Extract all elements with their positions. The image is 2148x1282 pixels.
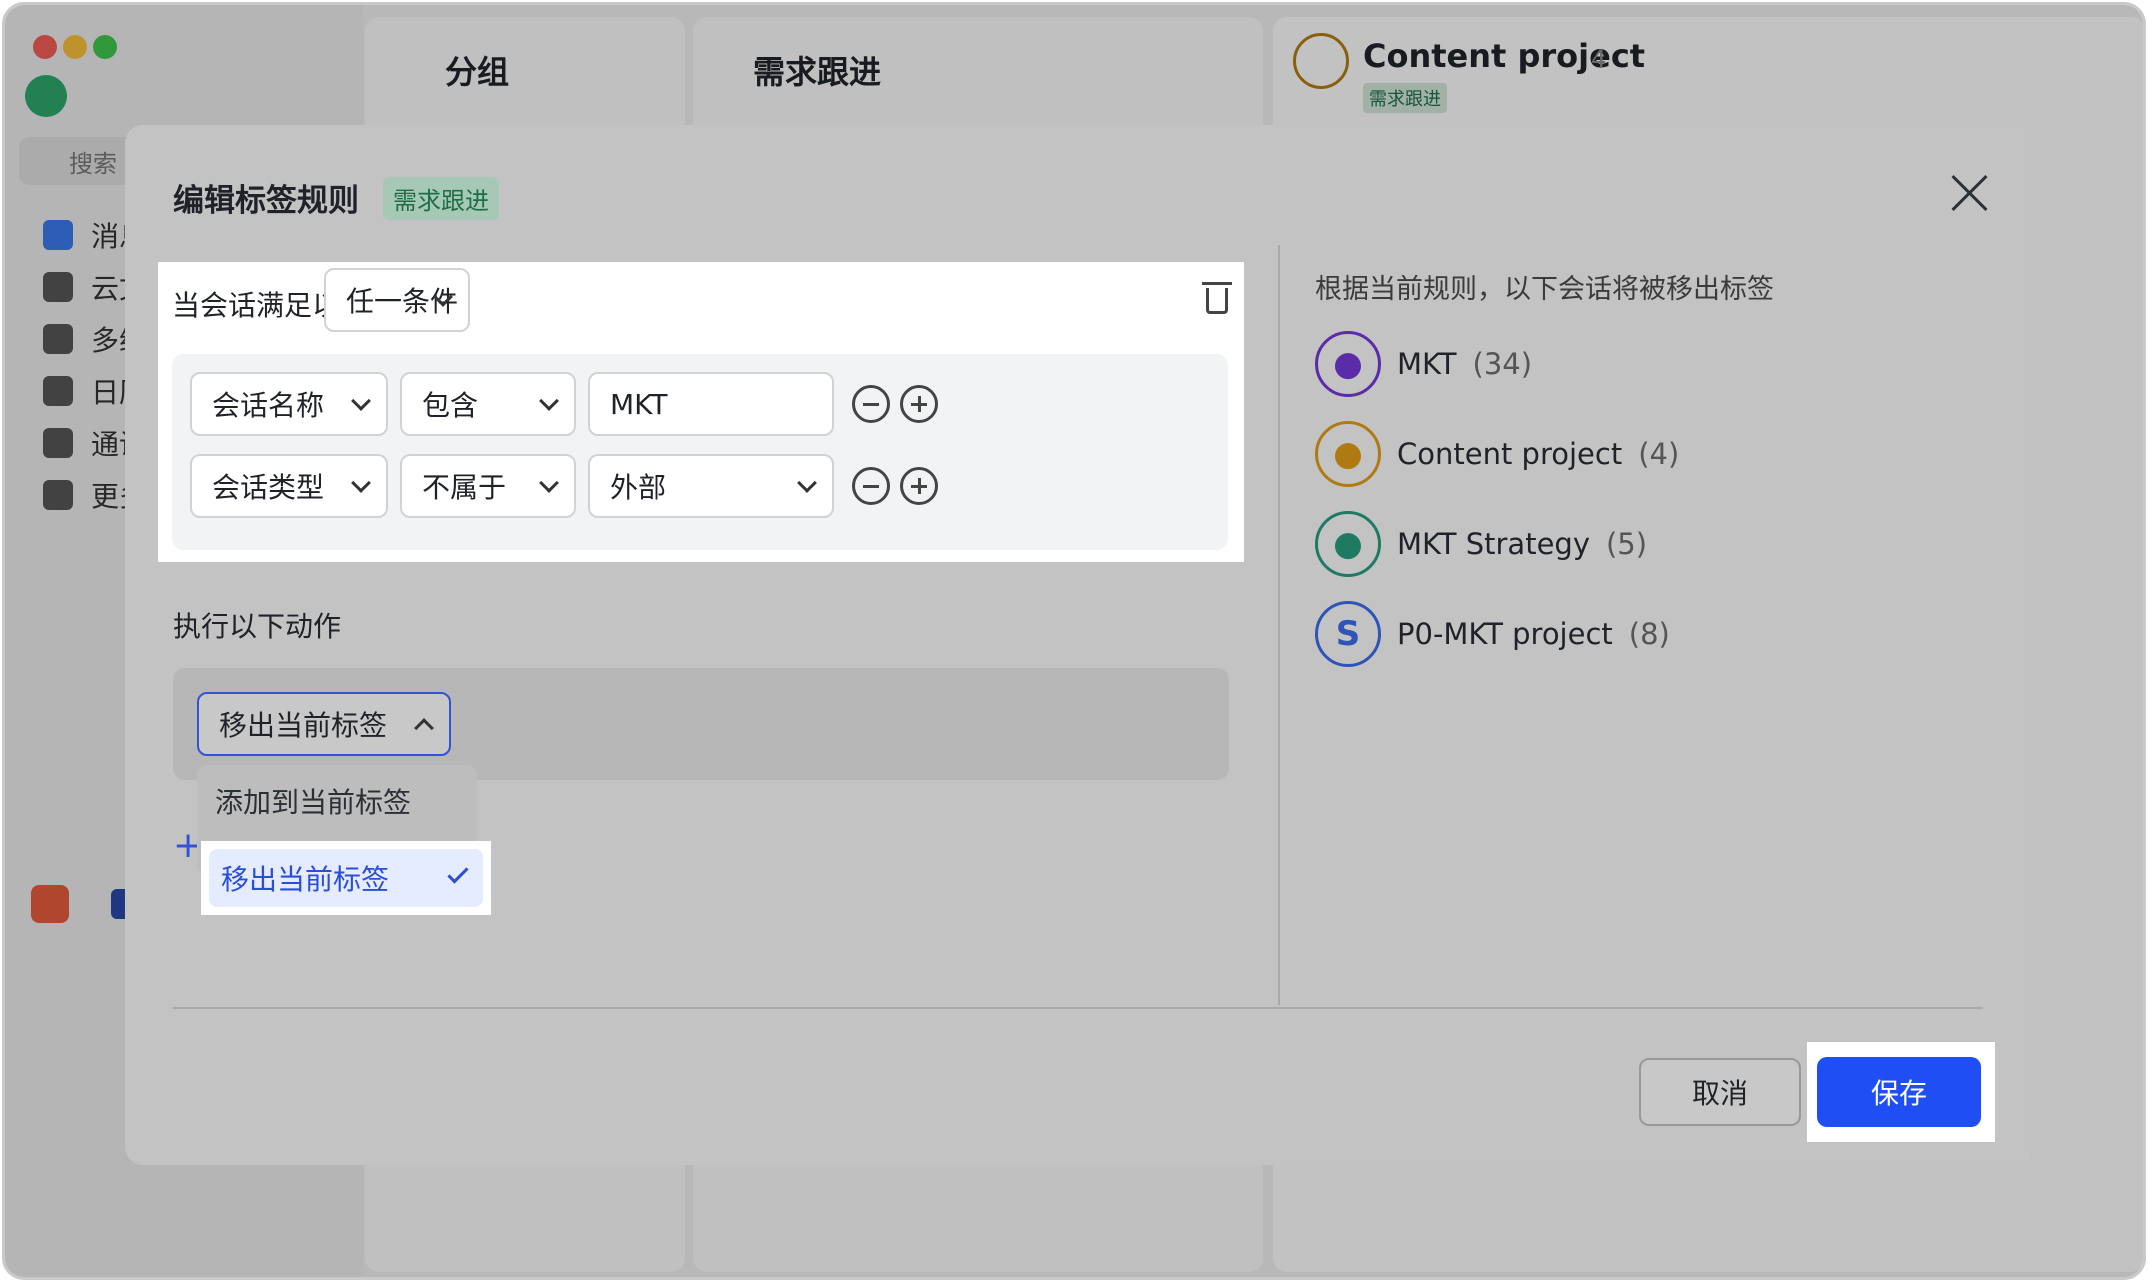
- rule-field-select[interactable]: 会话类型: [190, 454, 388, 518]
- add-rule-icon[interactable]: [900, 467, 938, 505]
- rules-list: 会话名称 包含 MKT 会话类型 不属于 外部: [172, 354, 1228, 550]
- chevron-down-icon: [351, 391, 371, 411]
- group-icon: ●: [1315, 331, 1381, 397]
- dropdown-option-selected-row: 移出当前标签: [209, 849, 483, 907]
- rule-field-select[interactable]: 会话名称: [190, 372, 388, 436]
- conversation-name: MKT Strategy: [1397, 527, 1590, 561]
- conversation-count: (4): [1638, 437, 1680, 471]
- remove-rule-icon[interactable]: [852, 467, 890, 505]
- group-icon: ●: [1315, 511, 1381, 577]
- horizontal-divider: [173, 1007, 1983, 1009]
- list-item: ● Content project (4): [1315, 421, 1679, 487]
- list-item: ● MKT (34): [1315, 331, 1532, 397]
- group-icon: ●: [1315, 421, 1381, 487]
- add-rule-icon[interactable]: [900, 385, 938, 423]
- trash-icon[interactable]: [1202, 282, 1232, 314]
- conversation-count: (34): [1472, 347, 1533, 381]
- list-item: ● MKT Strategy (5): [1315, 511, 1647, 577]
- rule-value-text: MKT: [610, 387, 668, 421]
- condition-section: 当会话满足以下 任一条件 会话名称 包含 MKT 会话类型 不属于 外部: [158, 262, 1244, 562]
- conversation-name: P0-MKT project: [1397, 617, 1613, 651]
- rule-operator-select[interactable]: 包含: [400, 372, 576, 436]
- rule-field-value: 会话名称: [212, 389, 325, 422]
- dialog-title: 编辑标签规则: [173, 183, 359, 219]
- action-section: 移出当前标签: [173, 668, 1229, 780]
- list-item: S P0-MKT project (8): [1315, 601, 1670, 667]
- chevron-down-icon: [351, 473, 371, 493]
- conversation-name: MKT: [1397, 347, 1457, 381]
- vertical-divider: [1278, 245, 1280, 1005]
- chevron-down-icon: [539, 391, 559, 411]
- preview-title: 根据当前规则，以下会话将被移出标签: [1315, 274, 1774, 305]
- close-icon[interactable]: [1949, 173, 1989, 213]
- dropdown-option-selected[interactable]: 移出当前标签: [201, 841, 491, 915]
- condition-match-select[interactable]: 任一条件: [324, 268, 470, 332]
- action-select-value: 移出当前标签: [219, 709, 388, 742]
- avatar-letter: S: [1315, 601, 1381, 667]
- app-window: 搜索 消息 云文档 多维表格 日历 通讯录 更多 分组 需求跟进 Content…: [2, 2, 2146, 1280]
- cancel-button[interactable]: 取消: [1639, 1058, 1801, 1126]
- chevron-down-icon: [539, 473, 559, 493]
- action-select[interactable]: 移出当前标签: [197, 692, 451, 756]
- chevron-down-icon: [797, 473, 817, 493]
- dropdown-option-label: 移出当前标签: [221, 863, 390, 896]
- rule-value-select[interactable]: 外部: [588, 454, 834, 518]
- rule-operator-value: 包含: [422, 389, 479, 422]
- rule-value-input[interactable]: MKT: [588, 372, 834, 436]
- rule-operator-value: 不属于: [422, 471, 507, 504]
- action-label: 执行以下动作: [173, 610, 342, 643]
- save-button[interactable]: 保存: [1817, 1057, 1981, 1127]
- dropdown-option[interactable]: 添加到当前标签: [215, 781, 411, 821]
- rule-field-value: 会话类型: [212, 471, 325, 504]
- check-icon: [447, 862, 469, 884]
- conversation-count: (5): [1605, 527, 1648, 561]
- rule-operator-select[interactable]: 不属于: [400, 454, 576, 518]
- edit-tag-rule-dialog: 编辑标签规则 需求跟进 当会话满足以下 任一条件 会话名称 包含 MKT 会话类…: [125, 125, 2031, 1165]
- conversation-name: Content project: [1397, 437, 1623, 471]
- save-button-highlight: 保存: [1807, 1042, 1995, 1142]
- remove-rule-icon[interactable]: [852, 385, 890, 423]
- conversation-count: (8): [1628, 617, 1670, 651]
- chevron-up-icon: [414, 718, 434, 738]
- tag-badge: 需求跟进: [383, 177, 499, 220]
- rule-value-text: 外部: [610, 471, 667, 504]
